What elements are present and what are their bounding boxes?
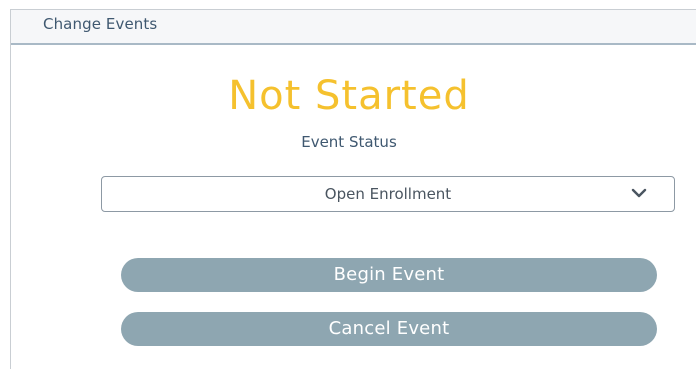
event-status-value: Not Started (228, 73, 470, 119)
begin-event-button[interactable]: Begin Event (121, 258, 657, 292)
event-type-select[interactable]: Open Enrollment (101, 176, 675, 212)
change-events-panel: Change Events Not Started Event Status O… (10, 9, 696, 369)
chevron-down-icon (631, 188, 647, 198)
panel-header: Change Events (11, 10, 696, 45)
event-type-selected-value: Open Enrollment (324, 185, 452, 203)
cancel-event-button[interactable]: Cancel Event (121, 312, 657, 346)
panel-title: Change Events (43, 15, 158, 33)
event-status-label: Event Status (301, 133, 397, 151)
